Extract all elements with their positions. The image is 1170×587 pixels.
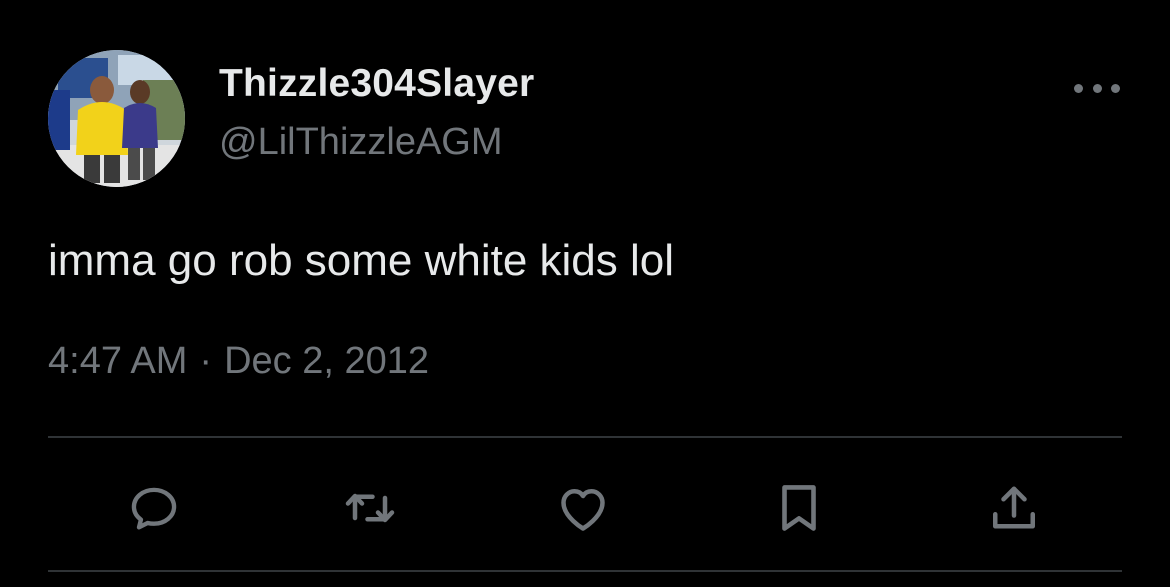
- dot: [1092, 83, 1102, 93]
- share-button[interactable]: [984, 478, 1044, 538]
- more-options-icon[interactable]: [1074, 76, 1120, 100]
- reply-button[interactable]: [124, 478, 184, 538]
- user-handle[interactable]: @LilThizzleAGM: [219, 121, 503, 164]
- meta-separator: ·: [199, 340, 213, 382]
- like-button[interactable]: [553, 478, 613, 538]
- avatar-photo: [48, 50, 185, 187]
- divider: [48, 570, 1122, 572]
- tweet-time: 4:47 AM: [48, 340, 188, 382]
- tweet-detail: Thizzle304Slayer @LilThizzleAGM imma go …: [0, 0, 1170, 587]
- display-name[interactable]: Thizzle304Slayer: [219, 62, 534, 106]
- avatar[interactable]: [48, 50, 185, 187]
- bookmark-button[interactable]: [769, 478, 829, 538]
- tweet-date: Dec 2, 2012: [224, 340, 429, 382]
- heart-icon: [561, 489, 605, 531]
- retweet-button[interactable]: [340, 478, 400, 538]
- tweet-timestamp[interactable]: 4:47 AM · Dec 2, 2012: [48, 340, 429, 383]
- tweet-text: imma go rob some white kids lol: [48, 236, 675, 285]
- divider: [48, 436, 1122, 438]
- dot: [1074, 83, 1083, 93]
- bookmark-icon: [782, 485, 816, 531]
- share-upload-icon: [993, 486, 1035, 529]
- comment-bubble-icon: [131, 487, 177, 530]
- dot: [1111, 83, 1120, 93]
- retweet-icon: [345, 493, 395, 523]
